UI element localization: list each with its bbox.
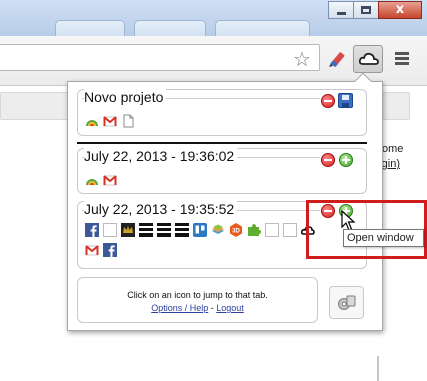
gears-icon xyxy=(338,295,356,310)
session-card: Novo projeto xyxy=(77,89,367,136)
login-link[interactable]: gin) xyxy=(382,158,400,170)
chrome-icon[interactable] xyxy=(85,114,99,128)
svg-text:3D: 3D xyxy=(232,229,240,235)
session-title[interactable]: Novo projeto xyxy=(84,89,167,105)
session-title[interactable]: July 22, 2013 - 19:36:02 xyxy=(84,148,238,164)
cloud-icon xyxy=(359,52,379,65)
gmail-icon[interactable] xyxy=(103,173,117,187)
close-icon: x xyxy=(395,2,405,17)
close-button[interactable]: x xyxy=(378,1,422,19)
options-help-link[interactable]: Options / Help xyxy=(151,303,208,313)
address-bar[interactable] xyxy=(0,44,320,71)
browser-tab[interactable] xyxy=(134,20,206,36)
chrome-icon[interactable] xyxy=(85,173,99,187)
minimize-icon xyxy=(336,12,346,15)
tab-icon-row xyxy=(85,243,121,257)
blank-icon[interactable] xyxy=(265,223,279,237)
save-icon[interactable] xyxy=(338,93,353,108)
blank-page-icon[interactable] xyxy=(121,114,135,128)
logout-link[interactable]: Logout xyxy=(216,303,244,313)
session-card: July 22, 2013 - 19:36:02 xyxy=(77,148,367,194)
open-window-icon[interactable] xyxy=(339,153,353,167)
blank-icon[interactable] xyxy=(283,223,297,237)
tab-icon-row xyxy=(85,173,121,187)
remove-session-button[interactable] xyxy=(321,153,335,167)
puzzle-icon[interactable] xyxy=(247,223,261,237)
orange-badge-icon[interactable]: 3D xyxy=(229,223,243,237)
star-icon[interactable]: ☆ xyxy=(293,49,311,69)
black-bars-icon[interactable] xyxy=(157,223,171,237)
minimize-button[interactable] xyxy=(328,1,354,19)
facebook-icon[interactable] xyxy=(103,243,117,257)
black-bars-icon[interactable] xyxy=(139,223,153,237)
footer-instruction: Click on an icon to jump to that tab. xyxy=(127,290,268,300)
crown-icon[interactable] xyxy=(121,223,135,237)
link-separator: - xyxy=(210,303,214,313)
preferences-button[interactable] xyxy=(329,286,364,319)
popup-footer: Click on an icon to jump to that tab. Op… xyxy=(77,277,318,323)
hamburger-menu-icon[interactable] xyxy=(395,52,409,67)
maximize-icon xyxy=(361,6,371,14)
session-extension-button[interactable] xyxy=(353,45,383,73)
gmail-icon[interactable] xyxy=(103,114,117,128)
blank-icon[interactable] xyxy=(103,223,117,237)
browser-tab[interactable] xyxy=(215,20,310,36)
remove-session-button[interactable] xyxy=(321,94,335,108)
pencil-icon[interactable] xyxy=(326,50,346,70)
tooltip: Open window xyxy=(343,229,424,247)
facebook-icon[interactable] xyxy=(85,223,99,237)
black-bars-icon[interactable] xyxy=(175,223,189,237)
title-bar: x xyxy=(0,0,427,36)
browser-tab[interactable] xyxy=(55,20,125,36)
separator-line xyxy=(77,142,367,144)
maximize-button[interactable] xyxy=(353,1,379,19)
tab-icon-row: 3D xyxy=(85,223,319,237)
gmail-icon[interactable] xyxy=(85,243,99,257)
window-controls: x xyxy=(328,1,422,19)
page-text: ome xyxy=(382,143,404,155)
layers-icon[interactable] xyxy=(211,223,225,237)
session-title[interactable]: July 22, 2013 - 19:35:52 xyxy=(84,201,238,217)
trello-icon[interactable] xyxy=(193,223,207,237)
divider xyxy=(377,356,379,381)
tab-icon-row xyxy=(85,114,139,128)
footer-links: Options / Help - Logout xyxy=(78,303,317,313)
